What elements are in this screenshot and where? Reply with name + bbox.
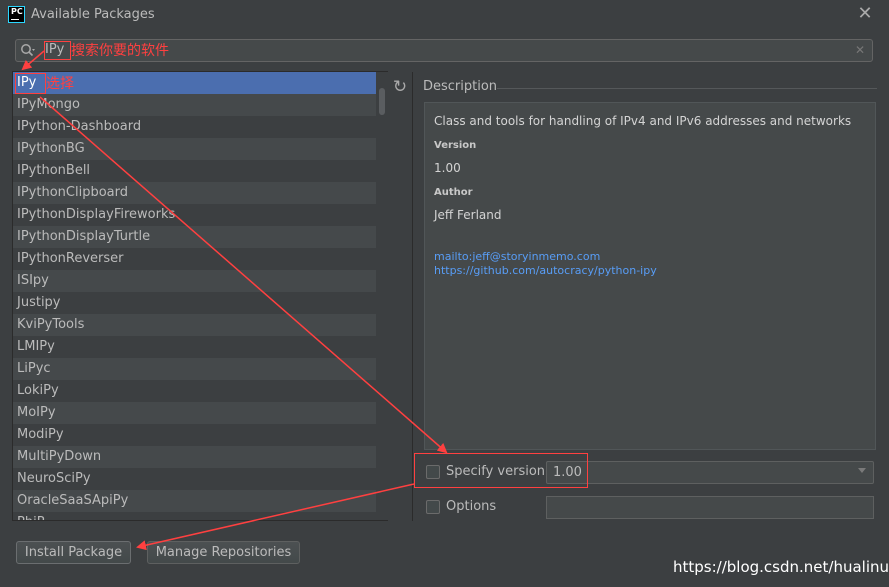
close-icon[interactable]: ✕	[856, 3, 874, 25]
window-title: Available Packages	[31, 7, 155, 22]
package-list-item[interactable]: IPythonClipboard	[13, 182, 387, 204]
package-list-item[interactable]: IPythonDisplayFireworks	[13, 204, 387, 226]
search-icon[interactable]	[20, 43, 36, 58]
version-label: Version	[434, 140, 477, 151]
description-heading: Description	[423, 79, 498, 94]
package-list-item[interactable]: LiPyc	[13, 358, 387, 380]
search-highlight-box	[44, 41, 71, 60]
package-list-item[interactable]: KviPyTools	[13, 314, 387, 336]
package-list-item[interactable]: IPythonBell	[13, 160, 387, 182]
scrollbar-thumb[interactable]	[379, 88, 385, 115]
homepage-link[interactable]: https://github.com/autocracy/python-ipy	[434, 264, 657, 277]
package-list-item[interactable]: LokiPy	[13, 380, 387, 402]
package-list[interactable]: IPy IPyMongo IPython-Dashboard IPythonBG IPy…	[12, 71, 388, 521]
watermark: https://blog.csdn.net/hualinux	[673, 558, 889, 576]
options-label: Options	[446, 499, 497, 514]
select-annotation: 选择	[46, 76, 74, 92]
clear-icon[interactable]: ✕	[855, 43, 865, 57]
package-list-item[interactable]: LMIPy	[13, 336, 387, 358]
description-panel: Class and tools for handling of IPv4 and…	[424, 102, 876, 450]
package-list-item[interactable]: PhiP...	[13, 512, 387, 520]
version-select[interactable]: 1.00	[546, 461, 874, 484]
title-bar: PC Available Packages ✕	[0, 0, 889, 30]
mailto-link[interactable]: mailto:jeff@storyinmemo.com	[434, 250, 600, 263]
package-list-item[interactable]: MultiPyDown	[13, 446, 387, 468]
package-list-item[interactable]: ModiPy	[13, 424, 387, 446]
chevron-down-icon[interactable]	[858, 468, 866, 473]
search-annotation: 搜索你要的软件	[71, 43, 169, 59]
select-highlight-box	[15, 73, 46, 94]
package-list-item[interactable]: IPythonDisplayTurtle	[13, 226, 387, 248]
package-list-item[interactable]: IPython-Dashboard	[13, 116, 387, 138]
package-list-item[interactable]: IPythonReverser	[13, 248, 387, 270]
install-package-button[interactable]: Install Package	[16, 541, 131, 564]
package-list-item[interactable]: MoIPy	[13, 402, 387, 424]
manage-repositories-button[interactable]: Manage Repositories	[147, 541, 300, 564]
package-summary: Class and tools for handling of IPv4 and…	[434, 114, 852, 128]
author-value: Jeff Ferland	[434, 208, 502, 222]
pycharm-app-icon: PC	[8, 6, 25, 23]
package-list-item[interactable]: IPythonBG	[13, 138, 387, 160]
package-list-item[interactable]: NeuroSciPy	[13, 468, 387, 490]
author-label: Author	[434, 187, 473, 198]
description-divider	[497, 88, 877, 89]
version-value: 1.00	[434, 161, 461, 175]
options-checkbox[interactable]	[426, 500, 440, 514]
package-list-item[interactable]: Justipy	[13, 292, 387, 314]
scrollbar-track[interactable]	[376, 72, 388, 520]
package-list-item[interactable]: OracleSaaSApiPy	[13, 490, 387, 512]
version-highlight-box	[414, 453, 588, 488]
toolbar-divider	[412, 72, 413, 521]
package-list-item[interactable]: ISIpy	[13, 270, 387, 292]
options-input[interactable]	[546, 496, 874, 519]
package-list-item[interactable]: IPyMongo	[13, 94, 387, 116]
refresh-icon[interactable]: ↻	[391, 77, 409, 97]
